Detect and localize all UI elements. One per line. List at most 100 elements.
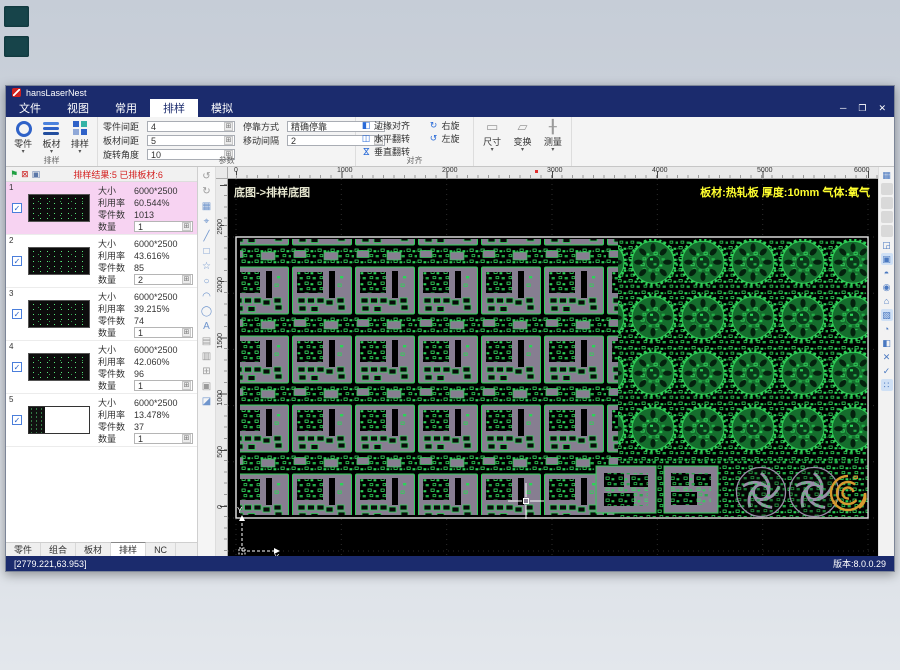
image-icon[interactable]: ▦ — [200, 199, 214, 214]
measure-button[interactable]: ╂ 测量 ▾ — [540, 119, 566, 156]
cancel-icon[interactable]: ✕ — [881, 351, 893, 363]
plate-thumbnail — [28, 300, 90, 328]
nest-button[interactable]: 排样 ▾ — [68, 119, 92, 156]
transform-button[interactable]: ▱ 变换 ▾ — [509, 119, 535, 156]
text-icon[interactable]: A — [200, 319, 214, 334]
nest-result-item[interactable]: 5 ✓ 大小6000*2500 利用率13.478% 零件数37 数量 1⊞ — [6, 394, 197, 447]
item-checkbox[interactable]: ✓ — [12, 309, 22, 319]
line-icon[interactable]: ╱ — [200, 229, 214, 244]
grid-icon[interactable]: ▥ — [200, 349, 214, 364]
tab-nc[interactable]: NC — [146, 543, 176, 556]
stepper-icon[interactable]: ⊞ — [182, 381, 191, 390]
rotate-right-button[interactable]: ↻ 右旋 — [429, 119, 469, 132]
tab-parts[interactable]: 零件 — [6, 543, 41, 556]
ellipse-icon[interactable]: ◯ — [200, 304, 214, 319]
nest-result-item[interactable]: 4 ✓ 大小6000*2500 利用率42.060% 零件数96 数量 1⊞ — [6, 341, 197, 394]
results-panel: ⚑ ⊠ ▣ 排样结果:5 已排板材:6 1 ✓ 大小6000*2500 利用率6… — [6, 167, 198, 556]
undo-icon[interactable]: ↺ — [200, 169, 214, 184]
delete-result-icon[interactable]: ⊠ — [21, 169, 29, 179]
minimize-button[interactable]: ─ — [840, 103, 846, 113]
tab-plates[interactable]: 板材 — [76, 543, 111, 556]
item-checkbox[interactable]: ✓ — [12, 415, 22, 425]
size-icon: ▭ — [486, 119, 498, 134]
rotate-left-button[interactable]: ↺ 左旋 — [429, 132, 469, 145]
comment-icon[interactable]: ◓ — [881, 267, 893, 279]
drawing-area[interactable]: Y X 底图->排样底图 板材:热轧板 厚度:10mm 气体:氧气 — [228, 179, 878, 556]
target-icon[interactable]: ◉ — [881, 281, 893, 293]
desktop-icon[interactable] — [4, 6, 29, 27]
clock-icon[interactable]: ◔ — [881, 323, 893, 335]
ribbon-group-align: ◧ 边缘对齐 ↻ 右旋 ◫ 水平翻转 ↺ 左旋 ⋈ 垂直翻转 对齐 — [356, 117, 474, 166]
confirm-icon[interactable]: ✓ — [881, 365, 893, 377]
panel-icon[interactable]: ◧ — [881, 337, 893, 349]
close-button[interactable]: ✕ — [878, 103, 886, 114]
tab-file[interactable]: 文件 — [6, 99, 54, 117]
quantity-input[interactable]: 1⊞ — [134, 380, 193, 391]
arc-icon[interactable]: ◠ — [200, 289, 214, 304]
transform-icon: ▱ — [517, 119, 527, 134]
quantity-input[interactable]: 2⊞ — [134, 274, 193, 285]
monitor-view-icon[interactable]: ▣ — [881, 253, 893, 265]
group-label: 参数 — [98, 155, 355, 166]
status-bar: [2779.221,63.953] 版本:8.0.0.29 — [6, 556, 894, 571]
item-checkbox[interactable]: ✓ — [12, 256, 22, 266]
side-tool-icon[interactable] — [881, 197, 893, 209]
quantity-input[interactable]: 1⊞ — [134, 433, 193, 444]
panel-tab-bar: 零件 组合 板材 排样 NC — [6, 542, 197, 556]
item-checkbox[interactable]: ✓ — [12, 362, 22, 372]
plate-gap-label: 板材间距 — [103, 134, 147, 147]
desktop-icon[interactable] — [4, 36, 29, 57]
svg-text:Y: Y — [237, 506, 243, 515]
stepper-icon[interactable]: ⊞ — [182, 275, 191, 284]
tab-common[interactable]: 常用 — [102, 99, 150, 117]
plate-gap-input[interactable]: 5 ⊞ — [147, 135, 235, 146]
nest-result-item[interactable]: 1 ✓ 大小6000*2500 利用率60.544% 零件数1013 数量 1⊞ — [6, 182, 197, 235]
horizontal-flip-button[interactable]: ◫ 水平翻转 — [361, 132, 419, 145]
side-tool-icon[interactable] — [881, 211, 893, 223]
palette-icon[interactable]: ▧ — [881, 309, 893, 321]
snap-icon[interactable]: ⊞ — [200, 364, 214, 379]
redo-icon[interactable]: ↻ — [200, 184, 214, 199]
tab-nest-results[interactable]: 排样 — [111, 542, 146, 556]
home-view-icon[interactable]: ⌂ — [881, 295, 893, 307]
grid-view-icon[interactable]: ∷ — [881, 379, 893, 391]
start-flag-icon[interactable]: ⚑ — [10, 169, 18, 179]
nest-result-item[interactable]: 3 ✓ 大小6000*2500 利用率39.215% 零件数74 数量 1⊞ — [6, 288, 197, 341]
quantity-input[interactable]: 1⊞ — [134, 327, 193, 338]
circle-icon[interactable]: ○ — [200, 274, 214, 289]
edge-align-button[interactable]: ◧ 边缘对齐 — [361, 119, 419, 132]
tab-groups[interactable]: 组合 — [41, 543, 76, 556]
quantity-input[interactable]: 1⊞ — [134, 221, 193, 232]
item-checkbox[interactable]: ✓ — [12, 203, 22, 213]
size-button[interactable]: ▭ 尺寸 ▾ — [479, 119, 505, 156]
stepper-icon[interactable]: ⊞ — [182, 434, 191, 443]
part-gap-input[interactable]: 4 ⊞ — [147, 121, 235, 132]
horizontal-ruler: 0 1000 2000 3000 4000 5000 6000 — [228, 167, 878, 179]
side-tool-icon[interactable] — [881, 183, 893, 195]
layers-icon[interactable]: ▣ — [200, 379, 214, 394]
plate-button[interactable]: 板材 ▾ — [39, 119, 63, 156]
tab-nesting[interactable]: 排样 — [150, 99, 198, 117]
select-icon[interactable]: ◪ — [200, 394, 214, 409]
maximize-button[interactable]: ❐ — [858, 103, 866, 114]
stepper-icon[interactable]: ⊞ — [182, 222, 191, 231]
stepper-icon[interactable]: ⊞ — [224, 122, 233, 131]
tab-simulate[interactable]: 模拟 — [198, 99, 246, 117]
results-list: 1 ✓ 大小6000*2500 利用率60.544% 零件数1013 数量 1⊞… — [6, 182, 197, 542]
rect-icon[interactable]: □ — [200, 244, 214, 259]
parts-button[interactable]: 零件 ▾ — [11, 119, 35, 156]
stepper-icon[interactable]: ⊞ — [182, 328, 191, 337]
stepper-icon[interactable]: ⊞ — [224, 136, 233, 145]
rotate-left-icon: ↺ — [429, 133, 439, 144]
side-tool-icon[interactable] — [881, 225, 893, 237]
nest-result-item[interactable]: 2 ✓ 大小6000*2500 利用率43.616% 零件数85 数量 2⊞ — [6, 235, 197, 288]
print-icon[interactable]: ▤ — [200, 334, 214, 349]
window-controls: ─ ❐ ✕ — [840, 99, 886, 117]
chevron-down-icon: ▾ — [22, 150, 25, 154]
star-icon[interactable]: ☆ — [200, 259, 214, 274]
draw-view-icon[interactable]: ◲ — [881, 239, 893, 251]
zoom-icon[interactable]: ⌖ — [200, 214, 214, 229]
tab-view[interactable]: 视图 — [54, 99, 102, 117]
thumbnail-icon[interactable]: ▦ — [881, 169, 893, 181]
copy-result-icon[interactable]: ▣ — [32, 169, 41, 179]
